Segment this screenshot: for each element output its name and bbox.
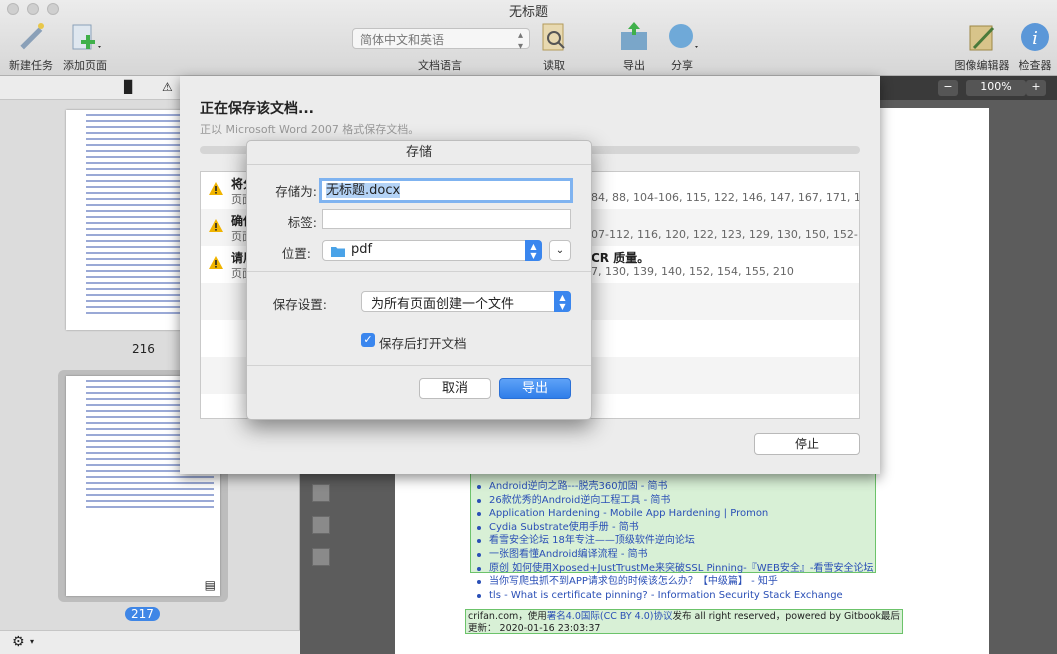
- list-item[interactable]: 原创 如何使用Xposed+JustTrustMe来突破SSL Pinning-…: [471, 562, 875, 576]
- layout-tool-icon[interactable]: [312, 484, 330, 502]
- stepper-arrows-icon: ▲ ▼: [554, 291, 571, 312]
- text-area-tool-icon[interactable]: [312, 516, 330, 534]
- read-label: 读取: [543, 59, 565, 72]
- tags-label: 标签:: [287, 215, 317, 230]
- save-settings-label: 保存设置:: [272, 297, 327, 312]
- gear-icon[interactable]: ⚙: [12, 634, 25, 650]
- warning-icon: [209, 256, 223, 272]
- list-item[interactable]: 一张图看懂Android编译流程 - 简书: [471, 548, 875, 562]
- magic-wand-icon: [20, 23, 44, 50]
- cancel-button[interactable]: 取消: [419, 378, 491, 399]
- sidebar-footer: ⚙ ▾: [0, 630, 300, 654]
- expand-dialog-button[interactable]: ⌄: [549, 240, 571, 261]
- page-type-icon: ▤: [204, 578, 216, 592]
- chevron-down-icon[interactable]: ▾: [30, 637, 34, 646]
- window-toolbar: 无标题 新建任务 添加页面 简体中文和英语 ▴ ▾ 文档语言 读取 导出 分享 图…: [0, 0, 1057, 76]
- page-number-selected: 217: [125, 607, 160, 621]
- document-language-select[interactable]: 简体中文和英语 ▴ ▾: [352, 28, 530, 52]
- image-editor-icon: [969, 25, 995, 51]
- export-folder-icon: [621, 22, 647, 50]
- chevron-down-icon: ⌄: [555, 245, 565, 256]
- warning-pages: 84, 88, 104-106, 115, 122, 146, 147, 167…: [591, 191, 859, 204]
- sheet-subtitle: 正以 Microsoft Word 2007 格式保存文档。: [200, 123, 420, 136]
- divider: [247, 271, 591, 272]
- warning-pages: 7, 130, 139, 140, 152, 154, 155, 210: [591, 265, 794, 278]
- document-language-value: 简体中文和英语: [360, 33, 445, 47]
- export-label: 导出: [623, 59, 645, 72]
- stepper-arrows-icon: ▴ ▾: [517, 30, 523, 52]
- open-after-save-label[interactable]: 保存后打开文档: [379, 333, 467, 352]
- list-item[interactable]: Cydia Substrate使用手册 - 简书: [471, 521, 875, 535]
- add-page-button[interactable]: 添加页面: [60, 20, 110, 73]
- save-settings-value: 为所有页面创建一个文件: [371, 297, 515, 312]
- list-item[interactable]: 当你写爬虫抓不到APP请求包的时候该怎么办？【中级篇】 - 知乎: [471, 575, 875, 589]
- zoom-out-button[interactable]: −: [938, 80, 958, 96]
- footer-prefix: crifan.com，使用: [468, 611, 547, 622]
- list-item[interactable]: Android逆向之路---脱壳360加固 - 简书: [471, 480, 875, 494]
- license-link[interactable]: 署名4.0国际(CC BY 4.0)协议: [547, 611, 673, 622]
- window-title: 无标题: [508, 5, 548, 20]
- checkmark-icon: ✓: [363, 333, 373, 346]
- list-item[interactable]: Application Hardening - Mobile App Harde…: [471, 507, 875, 521]
- stepper-arrows-icon: ▲ ▼: [525, 240, 542, 261]
- list-item[interactable]: 看雪安全论坛 18年专注——顶级软件逆向论坛: [471, 534, 875, 548]
- list-item[interactable]: tls - What is certificate pinning? - Inf…: [471, 589, 875, 603]
- inspector-button[interactable]: i 检查器: [1015, 20, 1055, 73]
- save-dialog: 存储 存储为: 无标题.docx 标签: 位置: pdf ▲ ▼ ⌄ 保存设置: …: [246, 140, 592, 420]
- zoom-in-button[interactable]: +: [1026, 80, 1046, 96]
- page-view-icon[interactable]: ▉: [124, 80, 133, 94]
- document-language-label: 文档语言: [418, 59, 462, 72]
- location-label: 位置:: [281, 246, 311, 261]
- new-task-button[interactable]: 新建任务: [6, 20, 56, 73]
- list-item[interactable]: 26款优秀的Android逆向工程工具 - 简书: [471, 494, 875, 508]
- save-as-field[interactable]: 无标题.docx: [319, 178, 573, 203]
- dialog-title: 存储: [247, 141, 591, 165]
- share-label: 分享: [671, 59, 693, 72]
- warning-icon: [209, 219, 223, 235]
- footer-text-area[interactable]: crifan.com，使用署名4.0国际(CC BY 4.0)协议发布 all …: [465, 609, 903, 634]
- table-area-tool-icon[interactable]: [312, 548, 330, 566]
- zoom-level[interactable]: 100%: [966, 80, 1026, 96]
- read-magnifier-icon: [542, 23, 565, 51]
- warning-icon: [209, 182, 223, 198]
- export-dialog-button[interactable]: 导出: [499, 378, 571, 399]
- zoom-bar: − 100% +: [880, 76, 1057, 100]
- add-page-icon: [72, 24, 101, 50]
- location-value: pdf: [351, 242, 373, 257]
- divider: [247, 365, 591, 366]
- svg-text:i: i: [1032, 28, 1038, 49]
- folder-icon: [331, 247, 345, 257]
- location-select[interactable]: pdf ▲ ▼: [322, 240, 542, 261]
- page-number: 216: [132, 342, 155, 356]
- export-button[interactable]: 导出: [614, 20, 654, 73]
- info-icon: i: [1021, 23, 1049, 51]
- add-page-label: 添加页面: [63, 59, 107, 72]
- warning-title-tail: CR 质量。: [591, 251, 650, 265]
- recognized-text-area[interactable]: Android逆向之路---脱壳360加固 - 简书 26款优秀的Android…: [470, 473, 876, 601]
- inspector-label: 检查器: [1018, 59, 1052, 72]
- image-editor-button[interactable]: 图像编辑器: [952, 20, 1012, 73]
- warning-pages: 07-112, 116, 120, 122, 123, 129, 130, 15…: [591, 228, 859, 241]
- tags-field[interactable]: [322, 209, 571, 229]
- share-button[interactable]: 分享: [660, 20, 704, 73]
- new-task-label: 新建任务: [9, 59, 53, 72]
- save-as-value: 无标题.docx: [326, 183, 401, 198]
- save-as-label: 存储为:: [275, 184, 317, 199]
- read-button[interactable]: 读取: [532, 20, 576, 73]
- save-settings-select[interactable]: 为所有页面创建一个文件 ▲ ▼: [361, 291, 571, 312]
- share-globe-icon: [669, 24, 698, 48]
- stop-button[interactable]: 停止: [754, 433, 860, 455]
- image-editor-label: 图像编辑器: [954, 59, 1010, 72]
- warning-filter-icon[interactable]: ⚠: [162, 80, 173, 94]
- open-after-save-checkbox[interactable]: ✓: [361, 333, 375, 347]
- sheet-title: 正在保存该文档...: [200, 101, 314, 117]
